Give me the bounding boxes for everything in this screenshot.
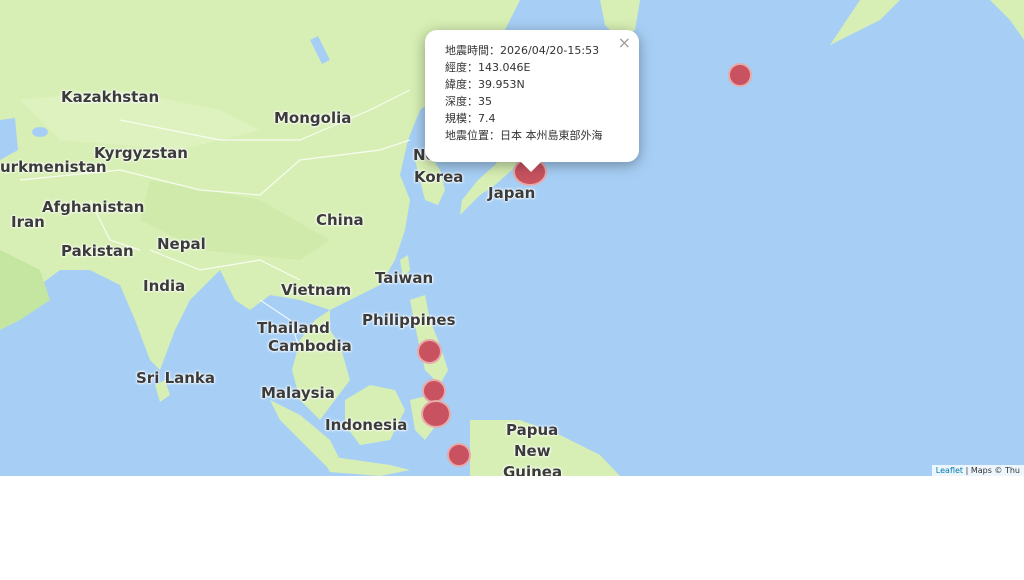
label-vietnam: Vietnam <box>281 281 352 299</box>
label-japan: Japan <box>488 184 536 202</box>
earthquake-marker[interactable] <box>421 400 451 428</box>
leaflet-link[interactable]: Leaflet <box>936 466 963 475</box>
label-philippines: Philippines <box>362 311 456 329</box>
label-nepal: Nepal <box>157 235 206 253</box>
map-attribution: Leaflet | Maps © Thu <box>931 465 1024 476</box>
popup-time: 地震時間：2026/04/20-15:53 <box>445 44 600 57</box>
label-iran: Iran <box>11 213 45 231</box>
label-china: China <box>316 211 364 229</box>
label-kazakhstan: Kazakhstan <box>61 88 160 106</box>
label-sri-lanka: Sri Lanka <box>136 369 216 387</box>
label-turkmenistan: urkmenistan <box>0 158 107 176</box>
popup-location: 地震位置：日本 本州島東部外海 <box>445 129 603 142</box>
popup-magnitude: 規模：7.4 <box>445 112 496 125</box>
label-india: India <box>143 277 186 295</box>
earthquake-marker[interactable] <box>417 339 442 364</box>
earthquake-marker[interactable] <box>728 63 752 87</box>
popup-close-button[interactable]: × <box>618 33 631 52</box>
popup-tip <box>520 161 542 172</box>
label-indonesia: Indonesia <box>325 416 408 434</box>
label-kyrgyzstan: Kyrgyzstan <box>94 144 188 162</box>
popup-latitude: 緯度：39.953N <box>445 78 525 91</box>
map-view[interactable]: Kazakhstan Mongolia Kyrgyzstan urkmenist… <box>0 0 1024 476</box>
attribution-text: | Maps © Thu <box>963 466 1020 475</box>
label-pakistan: Pakistan <box>61 242 134 260</box>
label-korea: Korea <box>414 168 464 186</box>
label-guinea: Guinea <box>503 463 563 476</box>
earthquake-info-popup: × 地震時間：2026/04/20-15:53 經度：143.046E 緯度：3… <box>425 30 639 172</box>
label-taiwan: Taiwan <box>375 269 434 287</box>
earthquake-marker[interactable] <box>447 443 471 467</box>
popup-depth: 深度：35 <box>445 95 492 108</box>
label-new: New <box>514 442 551 460</box>
label-mongolia: Mongolia <box>274 109 352 127</box>
label-cambodia: Cambodia <box>268 337 352 355</box>
label-papua: Papua <box>506 421 559 439</box>
popup-longitude: 經度：143.046E <box>445 61 531 74</box>
label-afghanistan: Afghanistan <box>42 198 145 216</box>
label-malaysia: Malaysia <box>261 384 335 402</box>
label-thailand: Thailand <box>257 319 330 337</box>
